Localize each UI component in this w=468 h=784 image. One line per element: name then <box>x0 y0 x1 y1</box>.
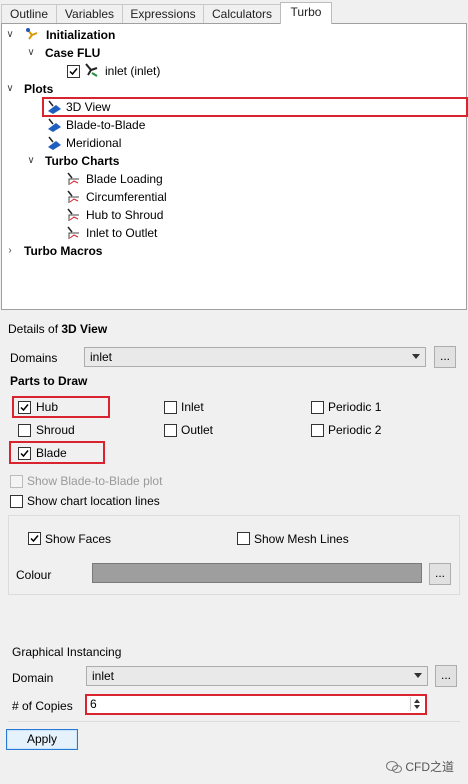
tab-calculators[interactable]: Calculators <box>203 4 281 23</box>
tab-bar: Outline Variables Expressions Calculator… <box>0 0 468 24</box>
show-b2b-plot-label: Show Blade-to-Blade plot <box>27 474 163 488</box>
dropdown-arrow-icon <box>412 354 420 359</box>
copies-label: # of Copies <box>12 699 73 713</box>
show-chart-lines-checkbox[interactable] <box>10 495 23 508</box>
show-faces-label: Show Faces <box>45 532 112 546</box>
tree-item-turbo-charts[interactable]: Turbo Charts <box>45 152 119 170</box>
dropdown-arrow-icon <box>414 673 422 678</box>
expand-chevron-icon[interactable]: › <box>5 242 15 260</box>
parts-to-draw-heading: Parts to Draw <box>10 374 88 388</box>
tab-turbo[interactable]: Turbo <box>280 2 332 24</box>
copies-value: 6 <box>90 697 97 711</box>
domain-browse-button[interactable]: ... <box>435 665 457 687</box>
chart-icon <box>65 189 81 205</box>
outlet-checkbox[interactable] <box>164 424 177 437</box>
shroud-checkbox[interactable] <box>18 424 31 437</box>
apply-button[interactable]: Apply <box>6 729 78 750</box>
tab-expressions[interactable]: Expressions <box>122 4 204 23</box>
details-title: Details of 3D View <box>8 322 107 336</box>
chart-icon <box>65 225 81 241</box>
colour-label: Colour <box>16 568 52 582</box>
hub-label: Hub <box>36 400 59 414</box>
tree-item-case-flu[interactable]: Case FLU <box>45 44 100 62</box>
tree-item-blade-to-blade[interactable]: Blade-to-Blade <box>66 116 145 134</box>
domains-browse-button[interactable]: ... <box>434 346 456 368</box>
show-b2b-plot-checkbox[interactable] <box>10 475 23 488</box>
chart-icon <box>65 171 81 187</box>
chart-icon <box>65 207 81 223</box>
domains-value: inlet <box>90 350 113 364</box>
show-mesh-lines-checkbox[interactable] <box>237 532 250 545</box>
inlet-part-checkbox[interactable] <box>164 401 177 414</box>
collapse-chevron-icon[interactable]: ∨ <box>5 80 15 98</box>
meridional-icon <box>46 135 62 151</box>
details-title-object: 3D View <box>61 322 108 336</box>
outlet-label: Outlet <box>181 423 214 437</box>
turbo-tree-panel: ∨ Initialization ∨ Case FLU inlet (inlet… <box>1 23 468 310</box>
collapse-chevron-icon[interactable]: ∨ <box>26 152 36 170</box>
blade-label: Blade <box>36 446 67 460</box>
tree-item-inlet-to-outlet[interactable]: Inlet to Outlet <box>86 224 157 242</box>
periodic1-label: Periodic 1 <box>328 400 382 414</box>
tree-item-inlet[interactable]: inlet (inlet) <box>105 62 160 80</box>
render-options-group <box>8 515 460 595</box>
tree-item-turbo-macros[interactable]: Turbo Macros <box>24 242 102 260</box>
blade-to-blade-icon <box>46 117 62 133</box>
inlet-checkbox[interactable] <box>67 65 80 78</box>
turbo-component-icon <box>83 62 99 78</box>
copies-spinbox[interactable]: 6 <box>85 694 427 715</box>
tree-item-3d-view[interactable]: 3D View <box>66 98 110 116</box>
wechat-icon <box>386 761 402 773</box>
tab-outline[interactable]: Outline <box>1 4 57 23</box>
collapse-chevron-icon[interactable]: ∨ <box>5 26 15 44</box>
domain-label: Domain <box>12 671 54 685</box>
blade-checkbox[interactable] <box>18 447 31 460</box>
3d-view-icon <box>46 99 62 115</box>
spin-arrows-icon[interactable] <box>410 697 423 711</box>
tree-item-plots[interactable]: Plots <box>24 80 53 98</box>
tree-item-meridional[interactable]: Meridional <box>66 134 121 152</box>
periodic2-label: Periodic 2 <box>328 423 382 437</box>
initialization-icon <box>24 27 40 43</box>
tree-item-hub-to-shroud[interactable]: Hub to Shroud <box>86 206 163 224</box>
details-title-prefix: Details of <box>8 322 62 336</box>
tree-item-blade-loading[interactable]: Blade Loading <box>86 170 163 188</box>
watermark: CFD之道 <box>386 758 454 775</box>
periodic2-checkbox[interactable] <box>311 424 324 437</box>
periodic1-checkbox[interactable] <box>311 401 324 414</box>
hub-checkbox[interactable] <box>18 401 31 414</box>
colour-swatch[interactable] <box>92 563 422 583</box>
tree-item-circumferential[interactable]: Circumferential <box>86 188 167 206</box>
graphical-instancing-heading: Graphical Instancing <box>12 645 125 659</box>
watermark-text: CFD之道 <box>405 760 455 774</box>
show-mesh-lines-label: Show Mesh Lines <box>254 532 349 546</box>
inlet-part-label: Inlet <box>181 400 204 414</box>
domains-label: Domains <box>10 351 58 365</box>
tab-variables[interactable]: Variables <box>56 4 123 23</box>
colour-picker-button[interactable]: ... <box>429 563 451 585</box>
domain-value: inlet <box>92 669 115 683</box>
shroud-label: Shroud <box>36 423 75 437</box>
show-chart-lines-label: Show chart location lines <box>27 494 160 508</box>
domain-dropdown[interactable]: inlet <box>86 666 428 686</box>
tree-item-initialization[interactable]: Initialization <box>46 26 115 44</box>
collapse-chevron-icon[interactable]: ∨ <box>26 44 36 62</box>
show-faces-checkbox[interactable] <box>28 532 41 545</box>
domains-dropdown[interactable]: inlet <box>84 347 426 367</box>
